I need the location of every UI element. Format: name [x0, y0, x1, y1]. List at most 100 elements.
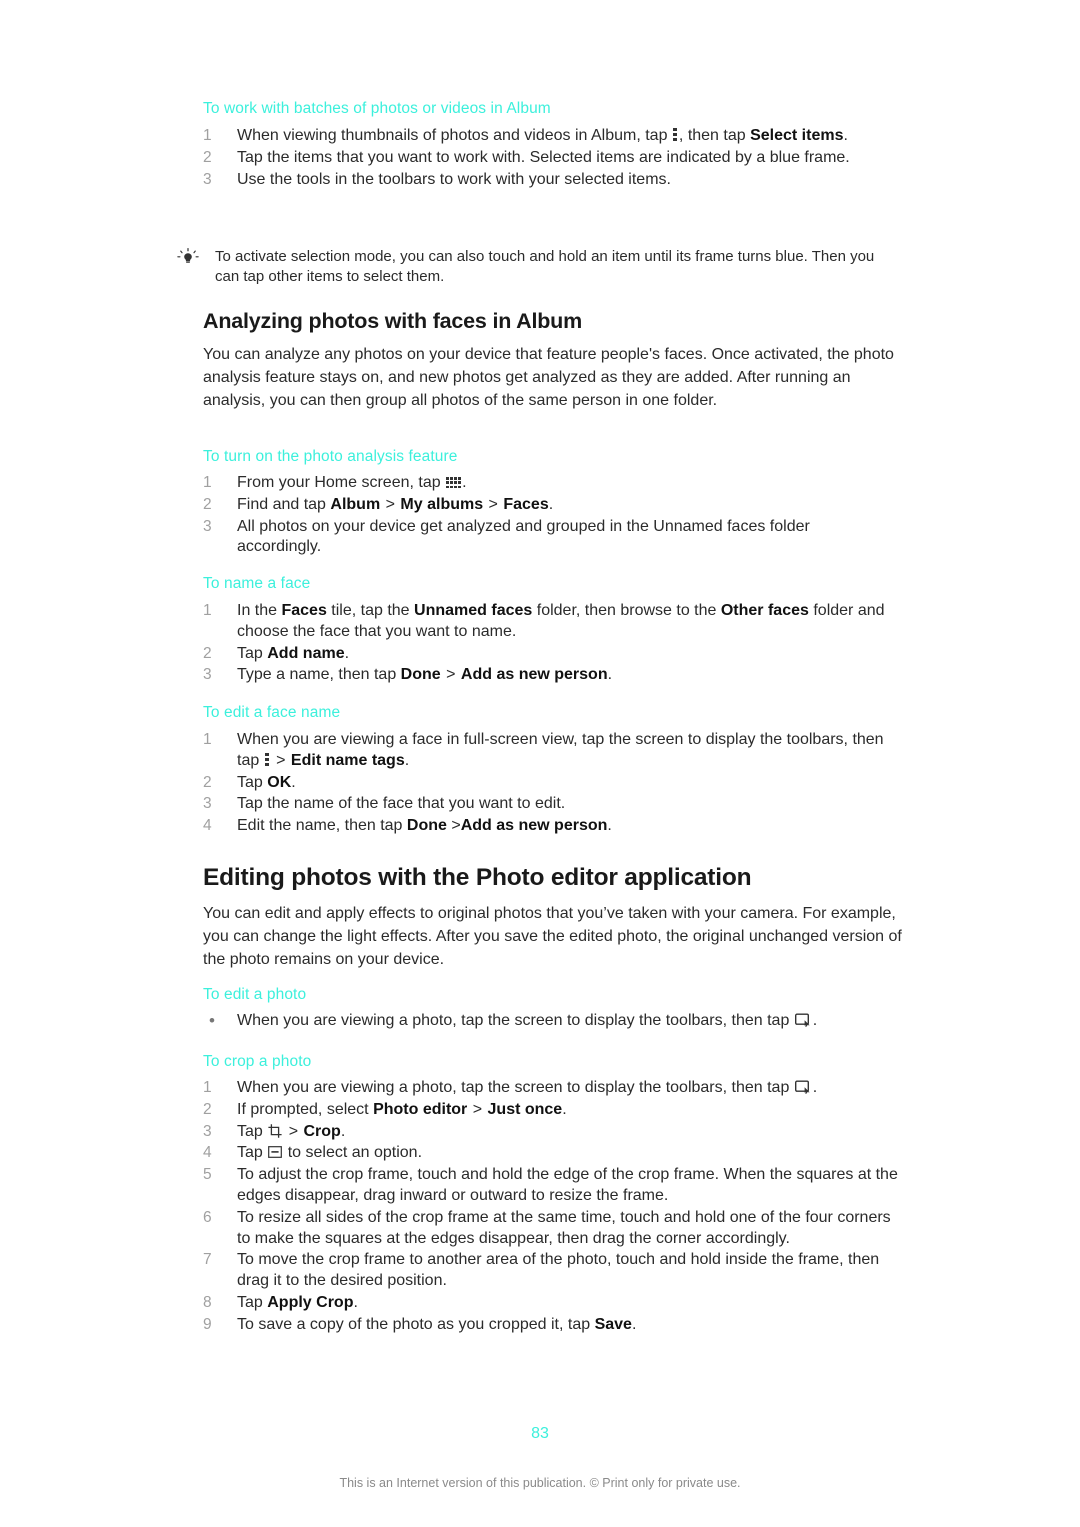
list-item-marker: 6 — [203, 1208, 212, 1226]
list-item-marker: 1 — [203, 731, 212, 748]
heading-to-crop-a-photo: To crop a photo — [203, 1053, 312, 1070]
list-item-text: Tap the name of the face that you want t… — [237, 795, 566, 813]
path-separator: > — [271, 751, 290, 769]
list-item: 3 Tap > Crop. — [203, 1122, 903, 1143]
tip-text: To activate selection mode, you can also… — [215, 248, 875, 285]
list-item-marker: 1 — [203, 127, 212, 144]
list-item-marker: 2 — [203, 644, 212, 662]
section-name-a-face: To name a face — [203, 574, 893, 594]
path-separator: > — [284, 1122, 303, 1140]
heading-analyzing-photos-with-faces: Analyzing photos with faces in Album — [203, 309, 583, 333]
path-separator: > — [484, 495, 503, 513]
ui-label: Edit name tags — [290, 751, 405, 769]
list-item-marker: 1 — [203, 602, 212, 619]
tip-callout: To activate selection mode, you can also… — [175, 247, 895, 287]
list-item: 5 To adjust the crop frame, touch and hol… — [203, 1165, 903, 1207]
steps-crop-photo-container: 1 When you are viewing a photo, tap the s… — [203, 1078, 903, 1337]
section-batches: To work with batches of photos or videos… — [203, 99, 893, 119]
steps-edit-photo-container: • When you are viewing a photo, tap the s… — [203, 1011, 903, 1033]
list-item-marker: 2 — [203, 1100, 212, 1118]
list-item-marker: 7 — [203, 1251, 212, 1269]
list-item: 2 If prompted, select Photo editor > Just… — [203, 1100, 903, 1121]
section-analyzing: Analyzing photos with faces in Album — [203, 307, 893, 335]
light-bulb-icon — [177, 248, 199, 268]
analyzing-intro-paragraph: You can analyze any photos on your devic… — [203, 346, 894, 409]
heading-to-name-a-face: To name a face — [203, 575, 311, 592]
ui-label: Done — [406, 817, 447, 835]
ui-label: Album — [330, 495, 381, 513]
steps-name-face-container: 1 In the Faces tile, tap the Unnamed face… — [203, 601, 893, 687]
app-drawer-grid-icon — [446, 476, 461, 489]
list-item-text: To save a copy of the photo as you cropp… — [237, 1315, 637, 1333]
list-item-text: When you are viewing a photo, tap the sc… — [237, 1012, 818, 1029]
list-item-marker: 8 — [203, 1293, 212, 1311]
list-item: 1 When viewing thumbnails of photos and v… — [203, 126, 893, 147]
ui-label: Apply Crop — [267, 1293, 354, 1311]
list-item-text: Tap > Crop. — [237, 1122, 346, 1140]
list-item: 9 To save a copy of the photo as you crop… — [203, 1315, 903, 1336]
heading-to-edit-a-photo: To edit a photo — [203, 986, 307, 1003]
list-item: 4 Edit the name, then tap Done >Add as ne… — [203, 816, 893, 837]
steps-to-crop-a-photo: 1 When you are viewing a photo, tap the s… — [203, 1078, 903, 1336]
list-item-marker: 5 — [203, 1166, 212, 1184]
footer-note: This is an Internet version of this publ… — [339, 1476, 741, 1490]
heading-to-edit-a-face-name: To edit a face name — [203, 704, 341, 721]
path-separator: > — [441, 666, 460, 684]
ui-label: Photo editor — [373, 1100, 468, 1118]
list-item-text: Tap OK. — [237, 773, 296, 791]
steps-turn-on-container: 1 From your Home screen, tap . 2 Find and t… — [203, 473, 893, 559]
editing-intro-container: You can edit and apply effects to origin… — [203, 902, 903, 971]
list-item-marker: 1 — [203, 1079, 212, 1096]
list-item-text: Tap to select an option. — [237, 1144, 423, 1162]
list-item-text: When you are viewing a photo, tap the sc… — [237, 1079, 818, 1096]
list-item-marker: 3 — [203, 517, 212, 535]
list-item-text: Edit the name, then tap Done >Add as new… — [237, 817, 612, 835]
list-item-text: Use the tools in the toolbars to work wi… — [237, 170, 671, 188]
list-item-marker: 3 — [203, 795, 212, 813]
list-item: 3 All photos on your device get analyzed … — [203, 517, 893, 559]
ui-label: OK — [267, 773, 292, 791]
list-item-text: Tap Add name. — [237, 644, 350, 662]
photo-editor-icon — [794, 1013, 812, 1027]
ui-label: Unnamed faces — [414, 602, 533, 619]
list-item: 6 To resize all sides of the crop frame a… — [203, 1208, 903, 1250]
steps-edit-face-name-container: 1 When you are viewing a face in full-scr… — [203, 730, 893, 838]
list-item-marker: 1 — [203, 474, 212, 491]
photo-editor-icon — [794, 1080, 812, 1094]
crop-tool-icon — [268, 1123, 282, 1138]
list-item: 4 Tap to select an option. — [203, 1143, 903, 1164]
ui-label: My albums — [400, 495, 484, 513]
list-item-marker: 4 — [203, 817, 212, 835]
list-item-marker: 4 — [203, 1144, 212, 1162]
list-item: 3 Use the tools in the toolbars to work w… — [203, 170, 893, 191]
analyzing-intro-container: You can analyze any photos on your devic… — [203, 343, 903, 412]
tip-batches: To activate selection mode, you can also… — [175, 247, 895, 287]
list-item-text: To resize all sides of the crop frame at… — [237, 1208, 891, 1247]
list-item-text: Tap Apply Crop. — [237, 1293, 358, 1311]
section-editing-photos: Editing photos with the Photo editor app… — [203, 862, 893, 894]
list-item: 7 To move the crop frame to another area … — [203, 1250, 903, 1292]
section-turn-on-analysis: To turn on the photo analysis feature — [203, 447, 893, 467]
section-edit-a-photo: To edit a photo — [203, 985, 893, 1005]
steps-batches: 1 When viewing thumbnails of photos and v… — [203, 126, 893, 190]
steps-to-edit-a-photo: • When you are viewing a photo, tap the s… — [203, 1011, 903, 1032]
list-item: 1 When you are viewing a face in full-scr… — [203, 730, 893, 772]
list-item-text: From your Home screen, tap . — [237, 474, 467, 491]
list-item-marker: 2 — [203, 495, 212, 513]
list-item-marker: 2 — [203, 773, 212, 791]
ui-label: Crop — [303, 1122, 341, 1140]
more-options-dots-icon — [264, 752, 270, 767]
list-item-marker: • — [209, 1011, 215, 1030]
list-item-text: All photos on your device get analyzed a… — [237, 517, 810, 556]
list-item-marker: 2 — [203, 148, 212, 166]
document-page: To work with batches of photos or videos… — [0, 0, 1080, 1527]
page-number: 83 — [531, 1425, 549, 1442]
ui-label: Add as new person — [460, 666, 608, 684]
list-item: 2 Tap OK. — [203, 773, 893, 794]
list-item: 2 Tap the items that you want to work wit… — [203, 148, 893, 169]
ui-label: Faces — [281, 602, 327, 619]
path-separator: > — [468, 1100, 487, 1118]
more-options-dots-icon — [672, 128, 678, 142]
list-item-text: In the Faces tile, tap the Unnamed faces… — [237, 602, 885, 640]
list-item-text: When viewing thumbnails of photos and vi… — [237, 127, 848, 144]
